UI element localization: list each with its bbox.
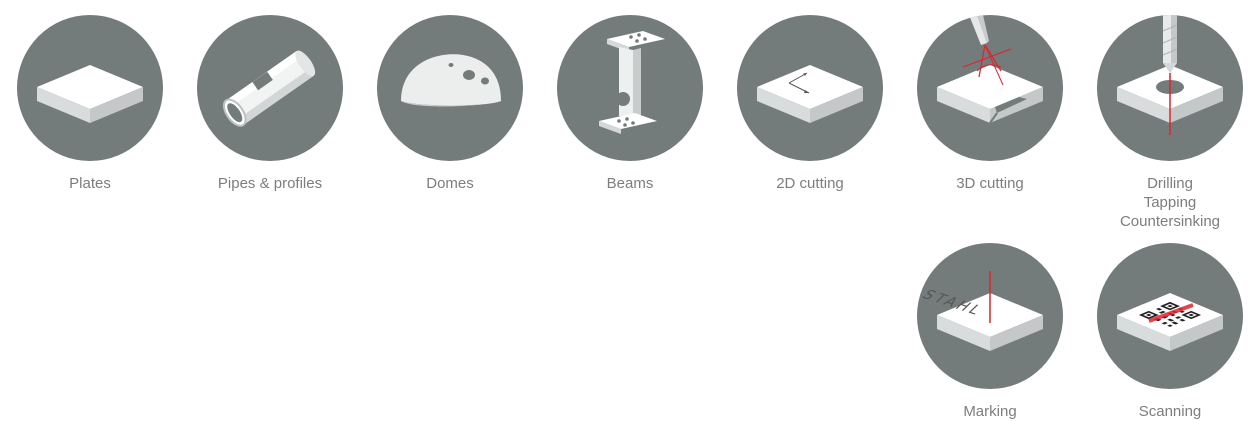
plate-icon xyxy=(37,65,143,123)
pipes-circle xyxy=(197,15,343,161)
marking-circle: STAHL xyxy=(917,243,1063,389)
category-plates[interactable]: Plates xyxy=(15,15,165,193)
category-3d-cutting[interactable]: 3D cutting xyxy=(915,15,1065,193)
drilling-circle xyxy=(1097,15,1243,161)
cutting-3d-icon xyxy=(937,15,1043,124)
category-label: 2D cutting xyxy=(776,175,844,192)
cutting-2d-circle xyxy=(737,15,883,161)
domes-circle xyxy=(377,15,523,161)
category-drilling[interactable]: Drilling Tapping Countersinking xyxy=(1095,15,1245,231)
category-label: 3D cutting xyxy=(956,175,1024,192)
qr-code-icon xyxy=(1117,293,1223,351)
category-beams[interactable]: Beams xyxy=(555,15,705,193)
category-marking[interactable]: STAHL Marking xyxy=(915,243,1065,421)
category-domes[interactable]: Domes xyxy=(375,15,525,193)
category-label: Scanning xyxy=(1138,403,1202,420)
beams-circle xyxy=(557,15,703,161)
category-label: Domes xyxy=(426,175,474,192)
category-2d-cutting[interactable]: 2D cutting xyxy=(735,15,885,193)
cutting-3d-circle xyxy=(917,15,1063,161)
drill-icon xyxy=(1117,15,1223,135)
pipe-icon xyxy=(222,50,316,127)
plates-circle xyxy=(17,15,163,161)
scanning-circle xyxy=(1097,243,1243,389)
category-label: Drilling Tapping Countersinking xyxy=(1119,175,1221,230)
dome-icon xyxy=(401,54,501,107)
beam-icon xyxy=(599,31,665,134)
cutting-2d-icon xyxy=(757,65,863,123)
category-label: Plates xyxy=(69,175,111,192)
category-pipes-profiles[interactable]: Pipes & profiles xyxy=(195,15,345,193)
category-label: Marking xyxy=(963,403,1017,420)
category-label: Beams xyxy=(606,175,654,192)
marking-icon: STAHL xyxy=(918,271,1043,351)
category-scanning[interactable]: Scanning xyxy=(1095,243,1245,421)
category-label: Pipes & profiles xyxy=(217,175,323,192)
